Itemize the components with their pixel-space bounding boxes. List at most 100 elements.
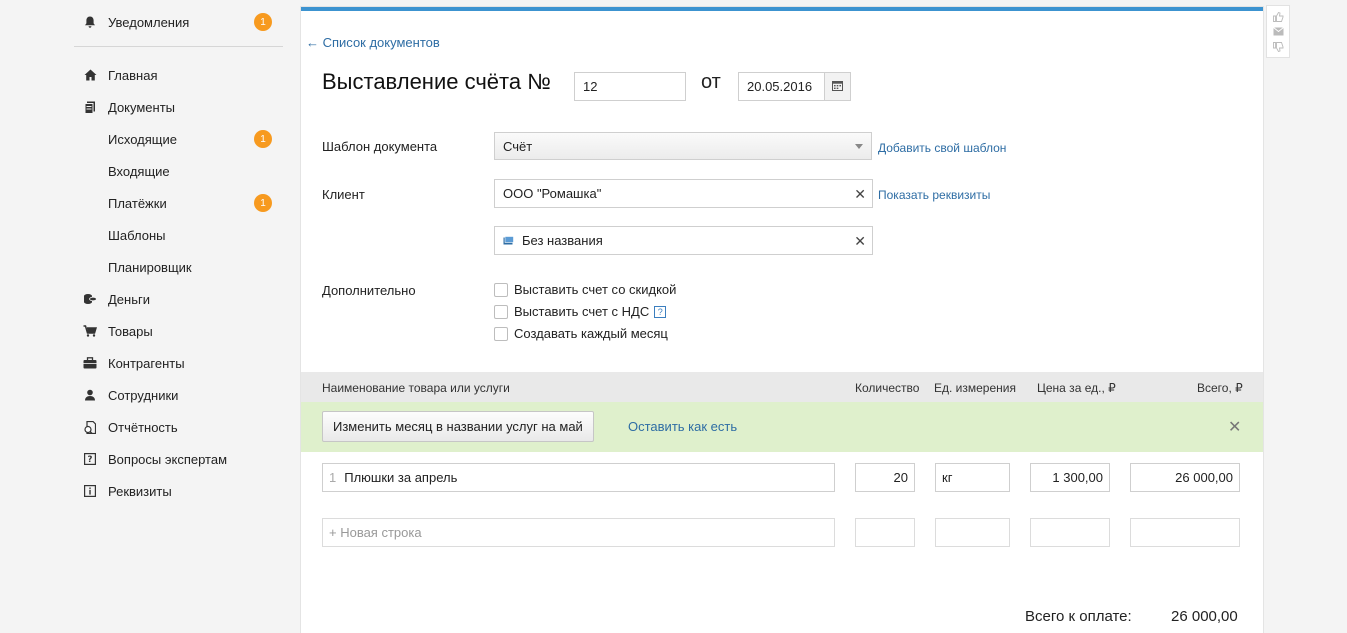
sidebar-item-reports[interactable]: Отчётность [82, 416, 282, 438]
discount-checkbox-row[interactable]: Выставить счет со скидкой [494, 282, 676, 297]
add-template-link[interactable]: Добавить свой шаблон [878, 141, 1006, 155]
thumbs-up-icon[interactable] [1272, 11, 1284, 22]
item-name-value: Плюшки за апрель [344, 470, 458, 485]
sidebar-item-label: Товары [108, 323, 153, 339]
total-value: 26 000,00 [1171, 608, 1238, 625]
column-header-quantity: Количество [855, 381, 920, 395]
invoice-panel: ← Список документов Выставление счёта № … [301, 7, 1263, 633]
new-unit-input[interactable] [935, 518, 1010, 547]
checkbox-label: Выставить счет со скидкой [514, 282, 677, 297]
sidebar-item-employees[interactable]: Сотрудники [82, 384, 282, 406]
help-icon[interactable]: ? [654, 305, 667, 318]
close-icon[interactable]: ✕ [1228, 417, 1241, 437]
calendar-icon [832, 79, 843, 94]
sidebar-item-templates[interactable]: Шаблоны [108, 224, 282, 246]
discount-checkbox[interactable] [494, 282, 508, 297]
sidebar-item-goods[interactable]: Товары [82, 320, 282, 342]
notification-badge: 1 [254, 13, 272, 31]
sidebar-item-label: Сотрудники [108, 387, 179, 403]
svg-text:?: ? [88, 455, 93, 465]
thumbs-down-icon[interactable] [1272, 41, 1284, 52]
sidebar-item-label: Вопросы экспертам [108, 451, 228, 467]
sidebar-item-incoming[interactable]: Входящие [108, 160, 282, 182]
client-input[interactable]: ООО "Ромашка" ✕ [494, 179, 873, 208]
new-price-input[interactable] [1030, 518, 1110, 547]
sidebar-item-experts[interactable]: ? Вопросы экспертам [82, 448, 282, 470]
date-separator-label: от [701, 71, 721, 93]
calendar-button[interactable] [824, 72, 851, 101]
item-price-input[interactable]: 1 300,00 [1030, 463, 1110, 492]
rename-month-hint: Изменить месяц в названии услуг на май О… [301, 402, 1263, 452]
sidebar-item-label: Главная [108, 67, 158, 83]
bank-account-value: Без названия [522, 233, 603, 248]
sidebar-item-label: Отчётность [108, 419, 178, 435]
keep-as-is-link[interactable]: Оставить как есть [628, 419, 737, 434]
invoice-number-input[interactable]: 12 [574, 72, 686, 101]
sidebar: Уведомления 1 Главная Документы Исходящи… [0, 0, 300, 633]
person-icon [82, 387, 98, 403]
sidebar-item-label: Документы [108, 99, 176, 115]
sidebar-item-home[interactable]: Главная [82, 64, 282, 86]
checkbox-label: Выставить счет с НДС [514, 304, 650, 319]
new-total-input[interactable] [1130, 518, 1240, 547]
sidebar-item-label: Деньги [108, 291, 150, 307]
item-quantity-input[interactable]: 20 [855, 463, 915, 492]
close-icon[interactable]: ✕ [854, 187, 866, 201]
new-row-input[interactable]: + Новая строка [322, 518, 835, 547]
mail-icon[interactable] [1272, 26, 1284, 37]
column-header-total: Всего, ₽ [1197, 381, 1243, 395]
template-select[interactable]: Счёт [494, 132, 872, 160]
template-select-value: Счёт [503, 138, 533, 154]
client-label: Клиент [322, 187, 365, 202]
page-title: Выставление счёта № [322, 69, 551, 94]
sidebar-item-contractors[interactable]: Контрагенты [82, 352, 282, 374]
sidebar-item-money[interactable]: Деньги [82, 288, 282, 310]
sidebar-item-requisites[interactable]: Реквизиты [82, 480, 282, 502]
sidebar-item-outgoing[interactable]: Исходящие 1 [108, 128, 282, 150]
vat-checkbox[interactable] [494, 304, 508, 319]
show-requisites-link[interactable]: Показать реквизиты [878, 188, 990, 202]
invoice-date-input[interactable]: 20.05.2016 [738, 72, 825, 101]
items-table-header: Наименование товара или услуги Количеств… [301, 372, 1263, 402]
question-icon: ? [82, 451, 98, 467]
sidebar-item-label: Уведомления [108, 14, 190, 30]
bank-account-input[interactable]: Без названия ✕ [494, 226, 873, 255]
item-name-input[interactable]: 1 Плюшки за апрель [322, 463, 835, 492]
monthly-checkbox[interactable] [494, 326, 508, 341]
column-header-unit: Ед. измерения [934, 381, 1016, 395]
report-icon [82, 419, 98, 435]
sidebar-item-label: Контрагенты [108, 355, 185, 371]
monthly-checkbox-row[interactable]: Создавать каждый месяц [494, 326, 668, 341]
back-to-documents-link[interactable]: ← Список документов [306, 35, 440, 50]
chevron-down-icon [855, 144, 863, 149]
info-icon [82, 483, 98, 499]
item-unit-input[interactable]: кг [935, 463, 1010, 492]
sidebar-item-label: Реквизиты [108, 483, 172, 499]
vat-checkbox-row[interactable]: Выставить счет с НДС ? [494, 304, 667, 319]
row-number: 1 [329, 470, 337, 485]
change-month-button[interactable]: Изменить месяц в названии услуг на май [322, 411, 594, 442]
sidebar-item-label: Входящие [108, 163, 170, 179]
payments-badge: 1 [254, 194, 272, 212]
item-total-input[interactable]: 26 000,00 [1130, 463, 1240, 492]
cart-icon [82, 323, 98, 339]
new-quantity-input[interactable] [855, 518, 915, 547]
column-header-price: Цена за ед., ₽ [1037, 381, 1116, 395]
sidebar-item-label: Платёжки [108, 195, 167, 211]
sidebar-item-label: Шаблоны [108, 227, 166, 243]
sidebar-item-documents[interactable]: Документы [82, 96, 282, 118]
feedback-toolbar [1266, 5, 1290, 58]
column-header-name: Наименование товара или услуги [322, 381, 510, 395]
sidebar-item-notifications[interactable]: Уведомления 1 [82, 11, 282, 33]
home-icon [82, 67, 98, 83]
client-value: ООО "Ромашка" [503, 186, 602, 201]
outgoing-badge: 1 [254, 130, 272, 148]
total-label: Всего к оплате: [1025, 608, 1132, 625]
sidebar-item-payments[interactable]: Платёжки 1 [108, 192, 282, 214]
sidebar-divider [74, 46, 283, 47]
close-icon[interactable]: ✕ [854, 234, 866, 248]
template-label: Шаблон документа [322, 139, 438, 154]
sidebar-item-scheduler[interactable]: Планировщик [108, 256, 282, 278]
sidebar-item-label: Исходящие [108, 131, 177, 147]
extra-options-label: Дополнительно [322, 283, 416, 298]
